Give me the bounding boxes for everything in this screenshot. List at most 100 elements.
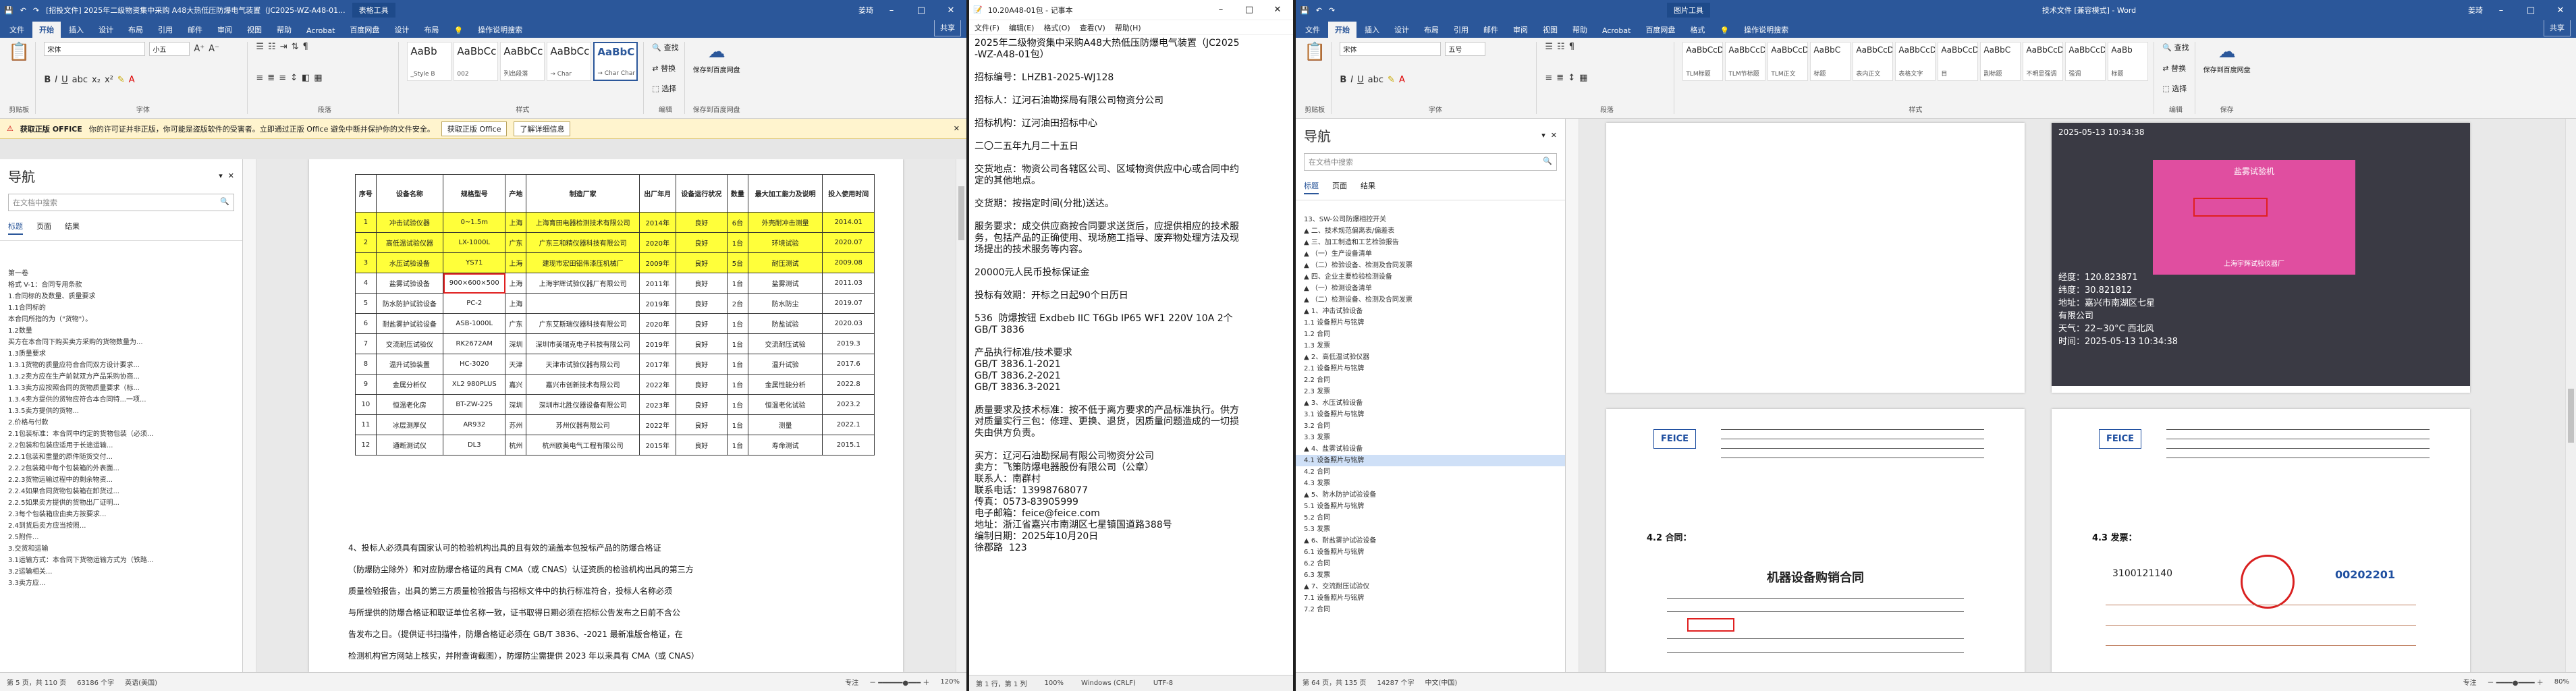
table-cell[interactable]: 9: [355, 374, 377, 395]
nav-heading-item[interactable]: 2.2包装和包装应适用于长途运输...: [0, 440, 242, 451]
table-cell[interactable]: HC-3020: [443, 354, 506, 375]
tab-table-layout[interactable]: 布局: [417, 22, 445, 38]
menu-help[interactable]: 帮助(H): [1115, 22, 1141, 32]
replace-button[interactable]: ⇄ 替换: [652, 63, 678, 74]
font-name-select[interactable]: 宋体: [44, 42, 146, 56]
nav-heading-item[interactable]: 5.1 设备照片与铭牌: [1296, 501, 1565, 512]
scroll-thumb[interactable]: [2568, 389, 2574, 443]
minimize-icon[interactable]: –: [1209, 5, 1232, 15]
tab-help[interactable]: 帮助: [270, 22, 298, 38]
table-cell[interactable]: 环境试验: [747, 232, 823, 253]
minimize-icon[interactable]: –: [2490, 5, 2513, 16]
nav-heading-item[interactable]: ▲ （二）检验设备、检测及合同发票: [1296, 260, 1565, 271]
table-cell[interactable]: 1台: [727, 232, 748, 253]
table-cell[interactable]: 11: [355, 414, 377, 435]
table-cell[interactable]: 900×600×500: [443, 273, 506, 294]
nav-heading-item[interactable]: 5.2 合同: [1296, 512, 1565, 524]
table-cell[interactable]: 交流耐压试验: [747, 333, 823, 354]
scroll-thumb[interactable]: [958, 186, 964, 240]
table-cell[interactable]: 温升试验装置: [375, 354, 444, 375]
line-spacing-icon[interactable]: ↕: [1568, 73, 1575, 83]
nav-close-icon[interactable]: ✕: [228, 171, 234, 180]
style-item[interactable]: AaBbC 标题: [1810, 42, 1851, 81]
table-cell[interactable]: 冰层测厚仪: [375, 414, 444, 435]
nav-heading-item[interactable]: 13、SW-公司防爆相控开关: [1296, 214, 1565, 225]
nav-heading-item[interactable]: 2.1包装标准：本合同中约定的货物包装（必须...: [0, 429, 242, 440]
tab-table-design[interactable]: 设计: [387, 22, 416, 38]
shrink-font-icon[interactable]: A⁻: [209, 44, 219, 54]
table-cell[interactable]: 广东艾斯瑞仪器科技有限公司: [526, 313, 640, 334]
minimize-icon[interactable]: –: [880, 5, 903, 16]
font-color-icon[interactable]: A: [129, 75, 135, 85]
table-cell[interactable]: 良好: [675, 232, 728, 253]
menu-view[interactable]: 查看(V): [1080, 22, 1105, 32]
table-cell[interactable]: 2015.1: [822, 435, 875, 455]
tab-design[interactable]: 设计: [92, 22, 120, 38]
underline-icon[interactable]: U: [1357, 75, 1364, 85]
style-item[interactable]: AaBbCcDd不明显强调: [2023, 42, 2064, 81]
highlight-icon[interactable]: ✎: [117, 75, 125, 85]
tab-mailings[interactable]: 邮件: [1477, 22, 1505, 38]
nav-heading-item[interactable]: 第一卷: [0, 268, 242, 279]
style-item[interactable]: AaBbCcDd表格文字: [1895, 42, 1936, 81]
page-count[interactable]: 第 5 页，共 110 页: [7, 677, 66, 687]
table-cell[interactable]: 苏州仪器有限公司: [526, 414, 640, 435]
table-cell[interactable]: 2022.8: [822, 374, 875, 395]
table-cell[interactable]: 2017年: [638, 354, 676, 375]
select-button[interactable]: ⬚ 选择: [652, 83, 678, 94]
table-cell[interactable]: 金属性能分析: [747, 374, 823, 395]
nav-heading-item[interactable]: 2.1 设备照片与铭牌: [1296, 363, 1565, 375]
table-cell[interactable]: 1台: [727, 414, 748, 435]
share-button[interactable]: 共享: [2544, 20, 2571, 36]
table-cell[interactable]: 良好: [675, 354, 728, 375]
table-cell[interactable]: 2022年: [638, 414, 676, 435]
style-item[interactable]: AaBbCcDd表内正文: [1853, 42, 1894, 81]
bullets-icon[interactable]: ☰: [1545, 42, 1553, 52]
table-cell[interactable]: 耐盐雾护试验设备: [375, 313, 444, 334]
table-cell[interactable]: 2: [355, 232, 377, 253]
language[interactable]: 中文(中国): [1425, 677, 1458, 687]
nav-heading-item[interactable]: 7.1 设备照片与铭牌: [1296, 592, 1565, 604]
table-cell[interactable]: 1台: [727, 435, 748, 455]
table-cell[interactable]: 上海宇辉试验仪器厂有限公司: [526, 273, 640, 294]
nav-heading-item[interactable]: 3.交货和运输: [0, 543, 242, 555]
notepad-text-area[interactable]: 2025年二级物资集中采购A48大热低压防爆电气装置（JC2025 -WZ-A48…: [969, 35, 1293, 557]
table-cell[interactable]: 良好: [675, 374, 728, 395]
nav-heading-item[interactable]: ▲ 7、交流耐压试验仪: [1296, 581, 1565, 592]
nav-heading-item[interactable]: 1.2 合同: [1296, 329, 1565, 340]
table-cell[interactable]: 2011.03: [822, 273, 875, 294]
nav-options-icon[interactable]: ▾: [219, 171, 223, 180]
menu-edit[interactable]: 编辑(E): [1009, 22, 1035, 32]
nav-heading-item[interactable]: ▲ 6、耐盐雾护试验设备: [1296, 535, 1565, 547]
align-center-icon[interactable]: ≣: [1556, 73, 1564, 83]
table-cell[interactable]: LX-1000L: [443, 232, 506, 253]
tab-layout[interactable]: 布局: [121, 22, 150, 38]
table-cell[interactable]: 2台: [727, 293, 748, 314]
learn-more-button[interactable]: 了解详细信息: [514, 121, 571, 136]
table-cell[interactable]: 2009.08: [822, 252, 875, 273]
table-cell[interactable]: 8: [355, 354, 377, 375]
table-cell[interactable]: 高低温试验仪器: [375, 232, 444, 253]
nav-heading-item[interactable]: 5.3 发票: [1296, 524, 1565, 535]
close-notice-icon[interactable]: ✕: [954, 124, 960, 133]
grow-font-icon[interactable]: A⁺: [194, 44, 204, 54]
tab-picture-format[interactable]: 格式: [1683, 22, 1711, 38]
nav-heading-item[interactable]: 4.2 合同: [1296, 466, 1565, 478]
table-cell[interactable]: 天津市试验仪器有限公司: [526, 354, 640, 375]
style-item[interactable]: AaBbCcDd目: [1938, 42, 1979, 81]
table-cell[interactable]: 1台: [727, 354, 748, 375]
nav-heading-item[interactable]: 3.1 设备照片与铭牌: [1296, 409, 1565, 420]
table-cell[interactable]: 上海育田电器检测技术有限公司: [526, 212, 640, 233]
paste-button[interactable]: 📋: [8, 42, 30, 62]
nav-heading-item[interactable]: 2.2 合同: [1296, 375, 1565, 386]
nav-heading-item[interactable]: ▲ 2、高低温试验仪器: [1296, 352, 1565, 363]
table-cell[interactable]: 2023年: [638, 394, 676, 415]
nav-heading-item[interactable]: 1.1 设备照片与铭牌: [1296, 317, 1565, 329]
maximize-icon[interactable]: □: [1238, 5, 1261, 15]
table-cell[interactable]: 良好: [675, 435, 728, 455]
tab-references[interactable]: 引用: [151, 22, 180, 38]
sort-icon[interactable]: ⇅: [292, 42, 299, 52]
table-cell[interactable]: 上海: [505, 293, 527, 314]
tab-view[interactable]: 视图: [240, 22, 269, 38]
tab-baidu[interactable]: 百度网盘: [343, 22, 386, 38]
